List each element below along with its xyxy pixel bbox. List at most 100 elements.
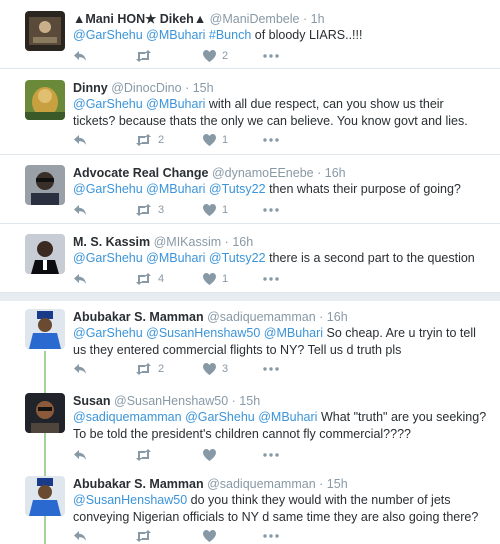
mention-link[interactable]: @MBuhari bbox=[258, 410, 317, 424]
like-button[interactable] bbox=[203, 529, 216, 543]
timestamp[interactable]: 15h bbox=[193, 81, 214, 95]
separator-dot: · bbox=[319, 310, 324, 324]
mention-link[interactable]: @GarShehu bbox=[73, 251, 143, 265]
author-name[interactable]: Abubakar S. Mamman bbox=[73, 477, 204, 491]
timestamp[interactable]: 16h bbox=[232, 235, 253, 249]
like-button[interactable]: 2 bbox=[203, 49, 228, 63]
tweet[interactable]: Dinny @DinocDino · 15h @GarShehu @MBuhar… bbox=[0, 69, 500, 154]
tweet-header: Abubakar S. Mamman @sadiquemamman · 16h bbox=[73, 309, 348, 325]
tweet-text: @GarShehu @MBuhari with all due respect,… bbox=[73, 96, 488, 130]
like-count: 1 bbox=[222, 204, 229, 216]
more-button[interactable] bbox=[263, 362, 279, 376]
author-handle[interactable]: @DinocDino bbox=[111, 81, 181, 95]
retweet-icon bbox=[136, 449, 151, 461]
tweet[interactable]: M. S. Kassim @MIKassim · 16h @GarShehu @… bbox=[0, 224, 500, 292]
mention-link[interactable]: @SusanHenshaw50 bbox=[146, 326, 260, 340]
author-name[interactable]: Abubakar S. Mamman bbox=[73, 310, 204, 324]
like-button[interactable]: 1 bbox=[203, 203, 228, 217]
author-handle[interactable]: @sadiquemamman bbox=[207, 477, 316, 491]
author-name[interactable]: Dinny bbox=[73, 81, 108, 95]
mention-link[interactable]: @Tutsy22 bbox=[209, 251, 266, 265]
reply-button[interactable] bbox=[73, 133, 87, 147]
retweet-button[interactable]: 2 bbox=[135, 362, 164, 376]
tweet-text-segment: then whats their purpose of going? bbox=[265, 182, 461, 196]
author-name[interactable]: Advocate Real Change bbox=[73, 166, 208, 180]
timestamp[interactable]: 16h bbox=[325, 166, 346, 180]
retweet-button[interactable]: 4 bbox=[135, 272, 164, 286]
author-name[interactable]: Susan bbox=[73, 394, 111, 408]
more-button[interactable] bbox=[263, 203, 279, 217]
like-button[interactable] bbox=[203, 448, 216, 462]
reply-icon bbox=[74, 274, 86, 284]
like-button[interactable]: 1 bbox=[203, 272, 228, 286]
timestamp[interactable]: 15h bbox=[327, 477, 348, 491]
timestamp[interactable]: 1h bbox=[311, 12, 325, 26]
mention-link[interactable]: @GarShehu bbox=[73, 97, 143, 111]
timestamp[interactable]: 15h bbox=[239, 394, 260, 408]
more-button[interactable] bbox=[263, 529, 279, 543]
like-button[interactable]: 1 bbox=[203, 133, 228, 147]
tweet-text: @GarShehu @MBuhari #Bunch of bloody LIAR… bbox=[73, 27, 488, 44]
conversation: Abubakar S. Mamman @sadiquemamman · 16h … bbox=[0, 301, 500, 544]
author-handle[interactable]: @MIKassim bbox=[154, 235, 222, 249]
mention-link[interactable]: @SusanHenshaw50 bbox=[73, 493, 187, 507]
retweet-button[interactable] bbox=[135, 49, 158, 63]
mention-link[interactable]: @GarShehu bbox=[73, 28, 143, 42]
tweet[interactable]: Advocate Real Change @dynamoEEnebe · 16h… bbox=[0, 155, 500, 223]
separator-dot: · bbox=[302, 12, 308, 26]
tweet[interactable]: ▲Mani HON★ Dikeh▲ @ManiDembele · 1h @Gar… bbox=[0, 0, 500, 68]
author-name[interactable]: M. S. Kassim bbox=[73, 235, 150, 249]
more-icon bbox=[263, 367, 279, 371]
author-handle[interactable]: @ManiDembele bbox=[210, 12, 300, 26]
reply-button[interactable] bbox=[73, 529, 87, 543]
mention-link[interactable]: @MBuhari bbox=[264, 326, 323, 340]
retweet-button[interactable] bbox=[135, 448, 152, 462]
like-button[interactable]: 3 bbox=[203, 362, 228, 376]
mention-link[interactable]: @MBuhari bbox=[146, 28, 205, 42]
mention-link[interactable]: @Tutsy22 bbox=[209, 182, 266, 196]
mention-link[interactable]: @MBuhari bbox=[146, 251, 205, 265]
avatar[interactable] bbox=[25, 234, 65, 274]
mention-link[interactable]: @MBuhari bbox=[146, 97, 205, 111]
more-button[interactable] bbox=[263, 272, 279, 286]
avatar[interactable] bbox=[25, 309, 65, 349]
reply-button[interactable] bbox=[73, 203, 87, 217]
reply-button[interactable] bbox=[73, 272, 87, 286]
tweet[interactable]: Abubakar S. Mamman @sadiquemamman · 15h … bbox=[0, 471, 500, 544]
reply-button[interactable] bbox=[73, 49, 87, 63]
tweet-text-segment: of bloody LIARS..!!! bbox=[251, 28, 363, 42]
more-button[interactable] bbox=[263, 448, 279, 462]
tweet[interactable]: Abubakar S. Mamman @sadiquemamman · 16h … bbox=[0, 301, 500, 381]
mention-link[interactable]: @MBuhari bbox=[146, 182, 205, 196]
author-name[interactable]: ▲Mani HON★ Dikeh▲ bbox=[73, 12, 206, 26]
mention-link[interactable]: @GarShehu bbox=[73, 326, 143, 340]
heart-icon bbox=[203, 204, 216, 216]
author-handle[interactable]: @SusanHenshaw50 bbox=[114, 394, 228, 408]
reply-button[interactable] bbox=[73, 448, 87, 462]
retweet-button[interactable]: 2 bbox=[135, 133, 164, 147]
tweet-text: @sadiquemamman @GarShehu @MBuhari What "… bbox=[73, 409, 488, 443]
tweet-text: @GarShehu @MBuhari @Tutsy22 then whats t… bbox=[73, 181, 488, 198]
more-icon bbox=[263, 277, 279, 281]
avatar[interactable] bbox=[25, 80, 65, 120]
more-button[interactable] bbox=[263, 49, 279, 63]
retweet-button[interactable]: 3 bbox=[135, 203, 164, 217]
mention-link[interactable]: @sadiquemamman bbox=[73, 410, 182, 424]
mention-link[interactable]: #Bunch bbox=[209, 28, 251, 42]
retweet-button[interactable] bbox=[135, 529, 152, 543]
retweet-count: 4 bbox=[158, 273, 165, 285]
tweet-header: M. S. Kassim @MIKassim · 16h bbox=[73, 234, 253, 250]
mention-link[interactable]: @GarShehu bbox=[73, 182, 143, 196]
author-handle[interactable]: @dynamoEEnebe bbox=[212, 166, 314, 180]
avatar[interactable] bbox=[25, 393, 65, 433]
avatar[interactable] bbox=[25, 11, 65, 51]
author-handle[interactable]: @sadiquemamman bbox=[207, 310, 316, 324]
avatar[interactable] bbox=[25, 165, 65, 205]
heart-icon bbox=[203, 134, 216, 146]
more-button[interactable] bbox=[263, 133, 279, 147]
timestamp[interactable]: 16h bbox=[327, 310, 348, 324]
tweet[interactable]: Susan @SusanHenshaw50 · 15h @sadiquemamm… bbox=[0, 384, 500, 470]
avatar[interactable] bbox=[25, 476, 65, 516]
reply-button[interactable] bbox=[73, 362, 87, 376]
mention-link[interactable]: @GarShehu bbox=[185, 410, 255, 424]
